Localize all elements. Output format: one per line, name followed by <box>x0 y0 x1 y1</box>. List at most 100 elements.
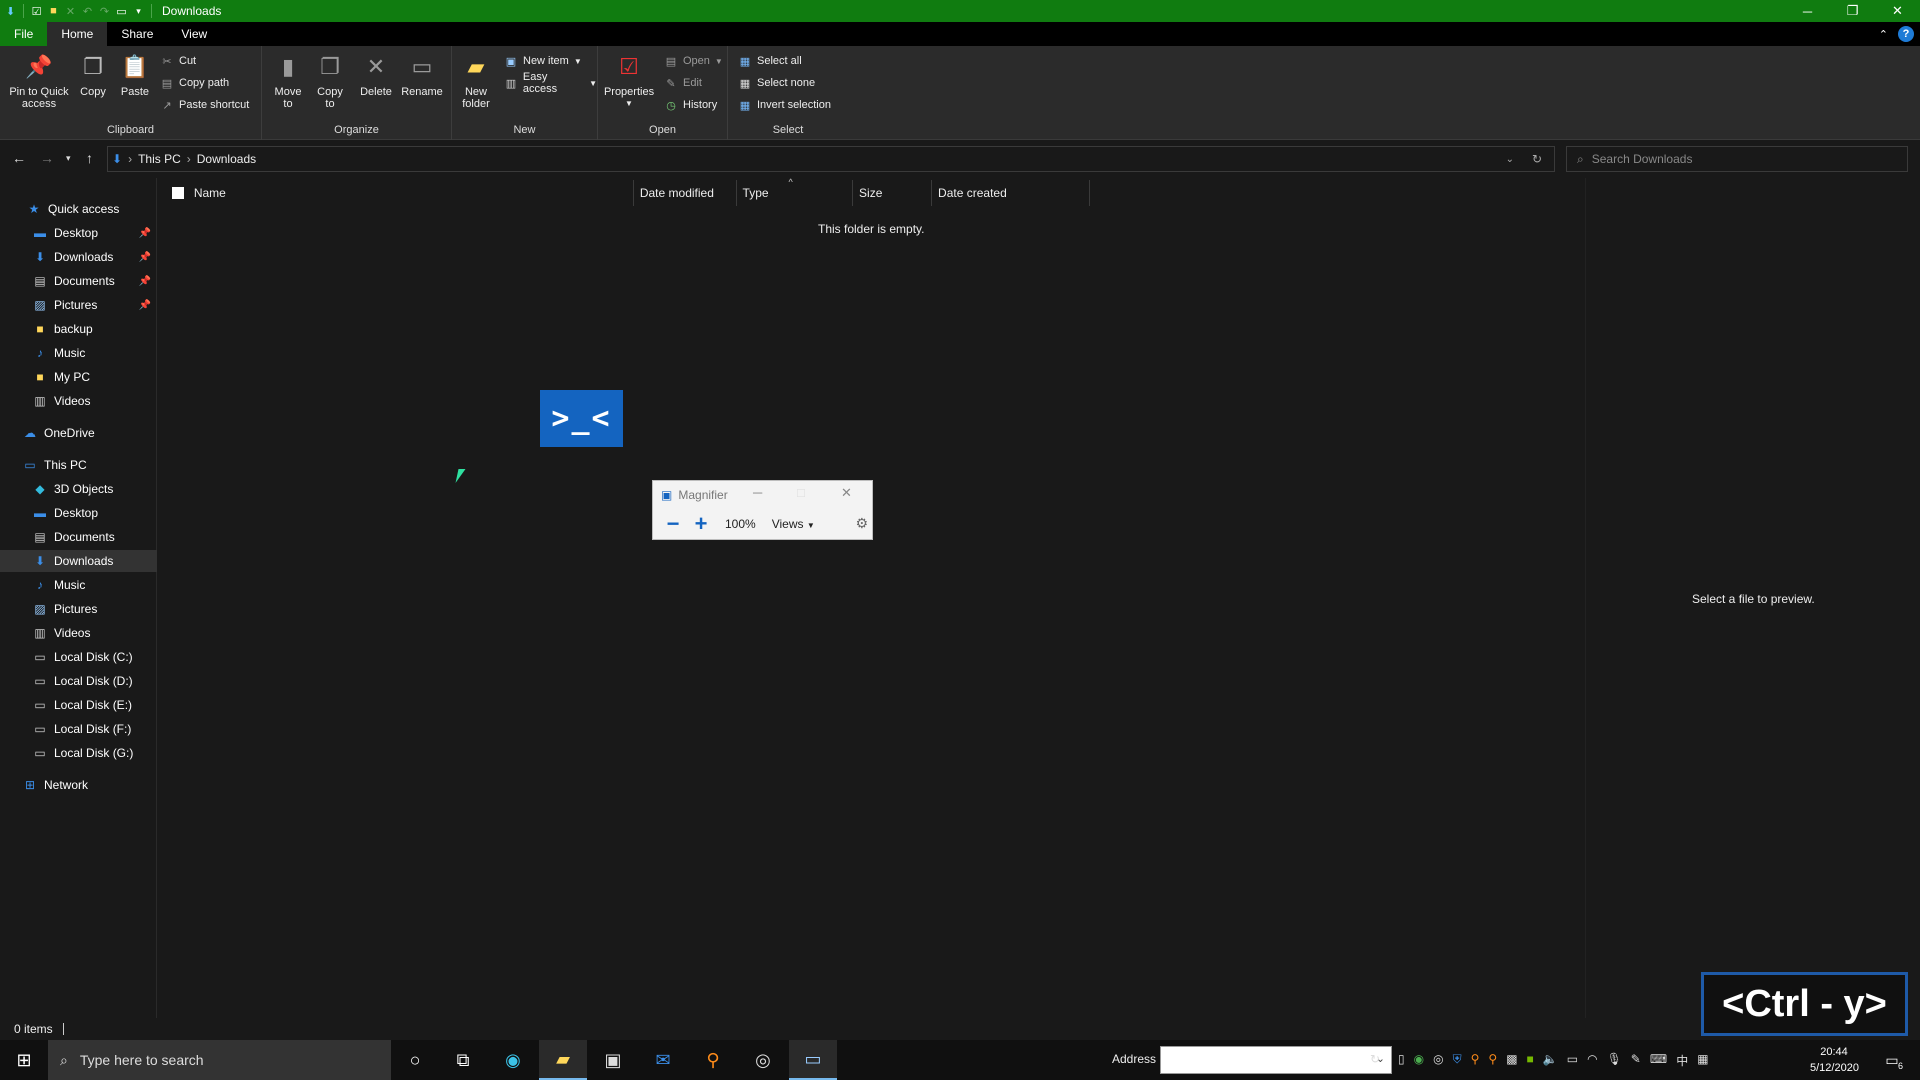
address-history-icon[interactable]: ⌄ <box>1506 154 1514 165</box>
folder-icon[interactable]: ■ <box>47 5 60 18</box>
clock[interactable]: 20:44 5/12/2020 <box>1810 1044 1859 1076</box>
move-to-button[interactable]: ▮ Move to <box>270 52 306 111</box>
nav-item-pc-music[interactable]: ♪ Music <box>0 574 157 596</box>
rename-button[interactable]: ▭ Rename <box>400 52 444 99</box>
close-button[interactable]: ✕ <box>841 485 852 501</box>
task-view-icon[interactable]: ⧉ <box>439 1040 487 1080</box>
obs-tray-icon[interactable]: ◎ <box>1433 1052 1443 1069</box>
forward-arrow-icon[interactable]: → <box>40 150 54 166</box>
copy-path-button[interactable]: ▤ Copy path <box>160 74 229 92</box>
nav-item-pc-downloads[interactable]: ⬇ Downloads <box>0 550 157 572</box>
search-input[interactable]: ⌕ Search Downloads <box>1566 146 1908 172</box>
taskbar-address-input[interactable]: ⌄ <box>1160 1046 1392 1074</box>
select-none-button[interactable]: ▦ Select none <box>738 74 815 92</box>
column-size[interactable]: Size <box>853 180 933 206</box>
cortana-icon[interactable]: ○ <box>391 1040 439 1080</box>
new-folder-button[interactable]: ▰ New folder <box>458 52 494 111</box>
back-arrow-icon[interactable]: ← <box>12 150 26 166</box>
nav-item-backup[interactable]: ■ backup <box>0 318 157 340</box>
magnifier-app-icon[interactable]: ⚲ <box>689 1040 737 1080</box>
tab-file[interactable]: File <box>0 22 48 46</box>
volume-icon[interactable]: 🔈 <box>1543 1052 1558 1069</box>
column-type[interactable]: Type ^ <box>737 177 854 206</box>
nav-this-pc[interactable]: ▭ This PC <box>0 454 157 476</box>
pin-icon[interactable]: 📌 <box>139 252 151 263</box>
pin-icon[interactable]: 📌 <box>139 300 151 311</box>
views-dropdown[interactable]: Views ▼ <box>772 517 815 531</box>
chevron-down-icon[interactable]: ▾ <box>132 5 145 18</box>
pen-icon[interactable]: ✎ <box>1631 1052 1641 1069</box>
up-arrow-icon[interactable]: ↑ <box>86 150 93 166</box>
restore-button[interactable]: ❐ <box>1830 0 1875 22</box>
help-icon[interactable]: ? <box>1898 26 1914 42</box>
easy-access-button[interactable]: ▥ Easy access ▼ <box>504 71 597 95</box>
minimize-button[interactable]: ─ <box>753 485 762 500</box>
pin-quick-access-button[interactable]: 📌 Pin to Quick access <box>6 52 72 111</box>
nav-network[interactable]: ⊞ Network <box>0 774 157 796</box>
search-tray-icon[interactable]: ⚲ <box>1471 1052 1480 1069</box>
tab-home[interactable]: Home <box>47 22 108 46</box>
battery-icon[interactable]: ▭ <box>1567 1052 1578 1069</box>
nav-item-desktop[interactable]: ▬ Desktop 📌 <box>0 222 157 244</box>
nvidia-icon[interactable]: ■ <box>1527 1052 1534 1069</box>
taskbar-search-input[interactable]: ⌕ Type here to search <box>48 1040 391 1080</box>
nav-item-downloads[interactable]: ⬇ Downloads 📌 <box>0 246 157 268</box>
shield-icon[interactable]: ⛨ <box>1453 1052 1462 1069</box>
history-button[interactable]: ◷ History <box>664 96 717 114</box>
nav-item-videos[interactable]: ▥ Videos <box>0 390 157 412</box>
windows-start-icon[interactable]: ⊞ <box>0 1040 48 1080</box>
paste-button[interactable]: 📋 Paste <box>118 52 152 99</box>
nav-item-pc-videos[interactable]: ▥ Videos <box>0 622 157 644</box>
redo-icon[interactable]: ↷ <box>98 5 111 18</box>
nav-item-pc-desktop[interactable]: ▬ Desktop <box>0 502 157 524</box>
column-date-modified[interactable]: Date modified <box>634 180 737 206</box>
terminal-app-icon[interactable]: >_< <box>540 390 623 447</box>
obs-icon[interactable]: ◎ <box>739 1040 787 1080</box>
pin-icon[interactable]: 📌 <box>139 228 151 239</box>
open-button[interactable]: ▤ Open ▼ <box>664 52 723 70</box>
keyboard-icon[interactable]: ⌨ <box>1650 1052 1667 1069</box>
refresh-icon[interactable]: ↻ <box>1532 152 1542 166</box>
properties-button[interactable]: ☑ Properties ▼ <box>604 52 654 110</box>
invert-selection-button[interactable]: ▦ Invert selection <box>738 96 831 114</box>
select-all-checkbox[interactable] <box>172 187 184 199</box>
wifi-icon[interactable]: ◠ <box>1587 1052 1597 1069</box>
zoom-out-button[interactable]: − <box>659 511 687 537</box>
rename-icon[interactable]: ▭ <box>115 5 128 18</box>
tab-share[interactable]: Share <box>107 22 167 46</box>
cut-button[interactable]: ✂ Cut <box>160 52 196 70</box>
magnifier-window-icon[interactable]: ▭ <box>789 1040 837 1080</box>
app-tray-icon[interactable]: ▩ <box>1506 1052 1517 1069</box>
delete-icon[interactable]: ✕ <box>64 5 77 18</box>
column-date-created[interactable]: Date created <box>932 180 1090 206</box>
tablet-icon[interactable]: ▯ <box>1398 1052 1405 1069</box>
delete-button[interactable]: ✕ Delete <box>358 52 394 99</box>
nav-item-my-pc[interactable]: ■ My PC <box>0 366 157 388</box>
zoom-tray-icon[interactable]: ⚲ <box>1488 1052 1497 1069</box>
mail-icon[interactable]: ✉ <box>639 1040 687 1080</box>
pin-icon[interactable]: 📌 <box>139 276 151 287</box>
notification-center-icon[interactable]: ▭ 6 <box>1880 1048 1904 1072</box>
chrome-icon[interactable]: ◉ <box>1414 1052 1424 1069</box>
nav-item-3d-objects[interactable]: ◆ 3D Objects <box>0 478 157 500</box>
nav-item-local-disk-e[interactable]: ▭ Local Disk (E:) <box>0 694 157 716</box>
maximize-button[interactable]: □ <box>797 485 805 500</box>
minimize-button[interactable]: ─ <box>1785 0 1830 22</box>
breadcrumb-this-pc[interactable]: This PC <box>138 152 181 166</box>
nav-onedrive[interactable]: ☁ OneDrive <box>0 422 157 444</box>
collapse-ribbon-icon[interactable]: ⌃ <box>1879 28 1888 41</box>
edge-icon[interactable]: ◉ <box>489 1040 537 1080</box>
properties-icon[interactable]: ☑ <box>30 5 43 18</box>
nav-item-pc-pictures[interactable]: ▨ Pictures <box>0 598 157 620</box>
zoom-in-button[interactable]: + <box>687 511 715 537</box>
address-bar[interactable]: ⬇ › This PC › Downloads ⌄ ↻ <box>107 146 1555 172</box>
recent-locations-icon[interactable]: ▾ <box>66 153 71 164</box>
nav-item-local-disk-d[interactable]: ▭ Local Disk (D:) <box>0 670 157 692</box>
copy-to-button[interactable]: ❐ Copy to <box>312 52 348 111</box>
file-explorer-icon[interactable]: ▰ <box>539 1040 587 1080</box>
input-grid-icon[interactable]: ▦ <box>1697 1052 1708 1069</box>
ime-indicator[interactable]: 中 <box>1676 1052 1688 1069</box>
refresh-icon[interactable]: ↻ <box>1370 1052 1380 1066</box>
nav-item-pc-documents[interactable]: ▤ Documents <box>0 526 157 548</box>
nav-item-pictures[interactable]: ▨ Pictures 📌 <box>0 294 157 316</box>
